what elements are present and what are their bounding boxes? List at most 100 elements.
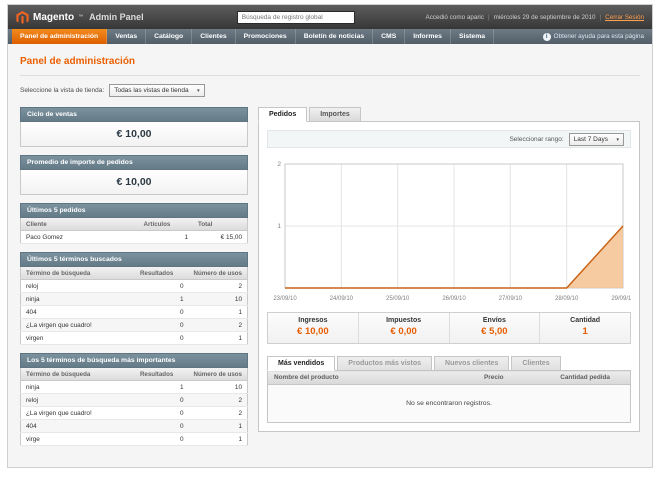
cell-uses: 10 bbox=[188, 292, 248, 306]
total-ingresos: Ingresos € 10,00 bbox=[268, 313, 359, 343]
header-meta: Accedió como aparic miércoles 29 de sept… bbox=[426, 14, 644, 21]
total-envios: Envíos € 5,00 bbox=[450, 313, 541, 343]
products-section: Más vendidos Productos más vistos Nuevos… bbox=[267, 356, 631, 423]
page-content: Panel de administración Seleccione la vi… bbox=[8, 44, 652, 467]
cell-uses: 1 bbox=[188, 419, 248, 433]
tab-mas-vendidos[interactable]: Más vendidos bbox=[267, 356, 336, 371]
orders-chart: 23/09/10 24/09/10 25/09/10 26/09/10 27/09/10… bbox=[273, 161, 631, 302]
total-impuestos: Impuestos € 0,00 bbox=[359, 313, 450, 343]
cell-results: 0 bbox=[134, 331, 189, 345]
page-title: Panel de administración bbox=[20, 56, 136, 67]
table-row[interactable]: ninja 1 10 bbox=[20, 380, 248, 394]
logo-subtitle: Admin Panel bbox=[89, 12, 144, 22]
logo-brand-text: Magento bbox=[33, 11, 75, 23]
table-row[interactable]: ¿La virgen que cuadro! 0 2 bbox=[20, 318, 248, 332]
range-select[interactable]: Last 7 Days bbox=[568, 132, 624, 146]
cell-total: € 15,00 bbox=[193, 230, 248, 244]
column-header: Cantidad pedida bbox=[554, 370, 631, 385]
nav-item-dashboard[interactable]: Panel de administración bbox=[12, 29, 108, 44]
cell-results: 1 bbox=[134, 380, 189, 394]
logout-link[interactable]: Cerrar Sesión bbox=[605, 14, 644, 21]
tab-importes[interactable]: Importes bbox=[309, 107, 361, 122]
global-search-input[interactable] bbox=[236, 10, 355, 24]
cell-uses: 10 bbox=[188, 380, 248, 394]
table-row[interactable]: reloj 0 2 bbox=[20, 393, 248, 407]
cell-results: 0 bbox=[134, 279, 189, 293]
store-view-selected: Todas las vistas de tienda bbox=[114, 87, 189, 94]
cell-uses: 1 bbox=[188, 331, 248, 345]
nav-item-boletin[interactable]: Boletín de noticias bbox=[296, 29, 374, 44]
tab-productos-mas-vistos[interactable]: Productos más vistos bbox=[337, 356, 433, 371]
header-date: miércoles 29 de septiembre de 2010 bbox=[494, 14, 606, 21]
store-view-select[interactable]: Todas las vistas de tienda bbox=[109, 84, 205, 97]
cell-results: 0 bbox=[134, 432, 189, 446]
average-orders-block: Promedio de importe de pedidos € 10,00 bbox=[20, 155, 248, 195]
cell-items: 1 bbox=[138, 230, 194, 244]
cell-results: 1 bbox=[134, 292, 189, 306]
total-cantidad: Cantidad 1 bbox=[540, 313, 630, 343]
table-row[interactable]: Paco Gomez 1 € 15,00 bbox=[20, 230, 248, 244]
totals-row: Ingresos € 10,00 Impuestos € 0,00 Envíos… bbox=[267, 312, 631, 344]
tab-pedidos[interactable]: Pedidos bbox=[258, 107, 308, 122]
nav-item-clientes[interactable]: Clientes bbox=[192, 29, 236, 44]
cell-results: 0 bbox=[134, 393, 189, 407]
last-orders-block: Últimos 5 pedidos Cliente Artículos Tota… bbox=[20, 203, 248, 244]
table-row[interactable]: reloj 0 2 bbox=[20, 279, 248, 293]
average-orders-value: € 10,00 bbox=[20, 170, 248, 195]
cell-results: 0 bbox=[134, 419, 189, 433]
nav-item-informes[interactable]: Informes bbox=[405, 29, 451, 44]
average-orders-title: Promedio de importe de pedidos bbox=[20, 155, 248, 170]
nav-item-catalogo[interactable]: Catálogo bbox=[146, 29, 193, 44]
global-search bbox=[166, 10, 426, 24]
svg-text:23/09/10: 23/09/10 bbox=[273, 296, 297, 302]
last-search-terms-block: Últimos 5 términos buscados Término de b… bbox=[20, 252, 248, 345]
logged-in-text: Accedió como aparic bbox=[426, 14, 494, 21]
lifetime-sales-value: € 10,00 bbox=[20, 122, 248, 147]
last-orders-table: Cliente Artículos Total Paco Gomez 1 € 1… bbox=[20, 218, 248, 244]
cell-customer: Paco Gomez bbox=[20, 230, 139, 244]
column-header: Artículos bbox=[138, 218, 194, 231]
cell-uses: 1 bbox=[188, 432, 248, 446]
table-row[interactable]: virge 0 1 bbox=[20, 432, 248, 446]
tab-nuevos-clientes[interactable]: Nuevos clientes bbox=[434, 356, 510, 371]
cell-term: virge bbox=[20, 432, 135, 446]
cell-term: reloj bbox=[20, 279, 135, 293]
table-row[interactable]: virgen 0 1 bbox=[20, 331, 248, 345]
cell-results: 0 bbox=[134, 305, 189, 319]
nav-item-ventas[interactable]: Ventas bbox=[107, 29, 147, 44]
svg-text:1: 1 bbox=[277, 223, 281, 230]
nav-item-cms[interactable]: CMS bbox=[373, 29, 406, 44]
logo-trademark: ™ bbox=[78, 14, 84, 20]
table-row[interactable]: ¿La virgen que cuadro! 0 2 bbox=[20, 406, 248, 420]
diagram-tabs: Pedidos Importes bbox=[258, 107, 640, 122]
cell-uses: 2 bbox=[188, 279, 248, 293]
table-row[interactable]: ninja 1 10 bbox=[20, 292, 248, 306]
products-tabs: Más vendidos Productos más vistos Nuevos… bbox=[267, 356, 631, 371]
cell-term: ¿La virgen que cuadro! bbox=[20, 318, 135, 332]
help-icon bbox=[542, 32, 551, 41]
cell-term: 404 bbox=[20, 305, 135, 319]
nav-item-sistema[interactable]: Sistema bbox=[451, 29, 495, 44]
svg-text:2: 2 bbox=[277, 161, 281, 168]
table-row[interactable]: 404 0 1 bbox=[20, 419, 248, 433]
empty-message: No se encontraron registros. bbox=[267, 384, 631, 423]
lifetime-sales-title: Ciclo de ventas bbox=[20, 107, 248, 122]
table-row[interactable]: 404 0 1 bbox=[20, 305, 248, 319]
tab-clientes[interactable]: Clientes bbox=[511, 356, 561, 371]
content-header: Panel de administración bbox=[20, 52, 640, 76]
nav-help-link[interactable]: Obtener ayuda para esta página bbox=[542, 29, 648, 44]
column-header: Total bbox=[193, 218, 248, 231]
cell-term: ninja bbox=[20, 380, 135, 394]
column-header: Término de búsqueda bbox=[20, 368, 135, 381]
cell-uses: 2 bbox=[188, 318, 248, 332]
empty-row: No se encontraron registros. bbox=[267, 384, 631, 423]
cell-results: 0 bbox=[134, 406, 189, 420]
column-header: Resultados bbox=[134, 267, 189, 280]
nav-help-label: Obtener ayuda para esta página bbox=[553, 33, 644, 40]
column-header: Precio bbox=[478, 370, 555, 385]
column-header: Resultados bbox=[134, 368, 189, 381]
svg-text:29/09/10: 29/09/10 bbox=[611, 296, 631, 302]
total-label: Cantidad bbox=[570, 317, 601, 324]
cell-results: 0 bbox=[134, 318, 189, 332]
nav-item-promociones[interactable]: Promociones bbox=[236, 29, 296, 44]
